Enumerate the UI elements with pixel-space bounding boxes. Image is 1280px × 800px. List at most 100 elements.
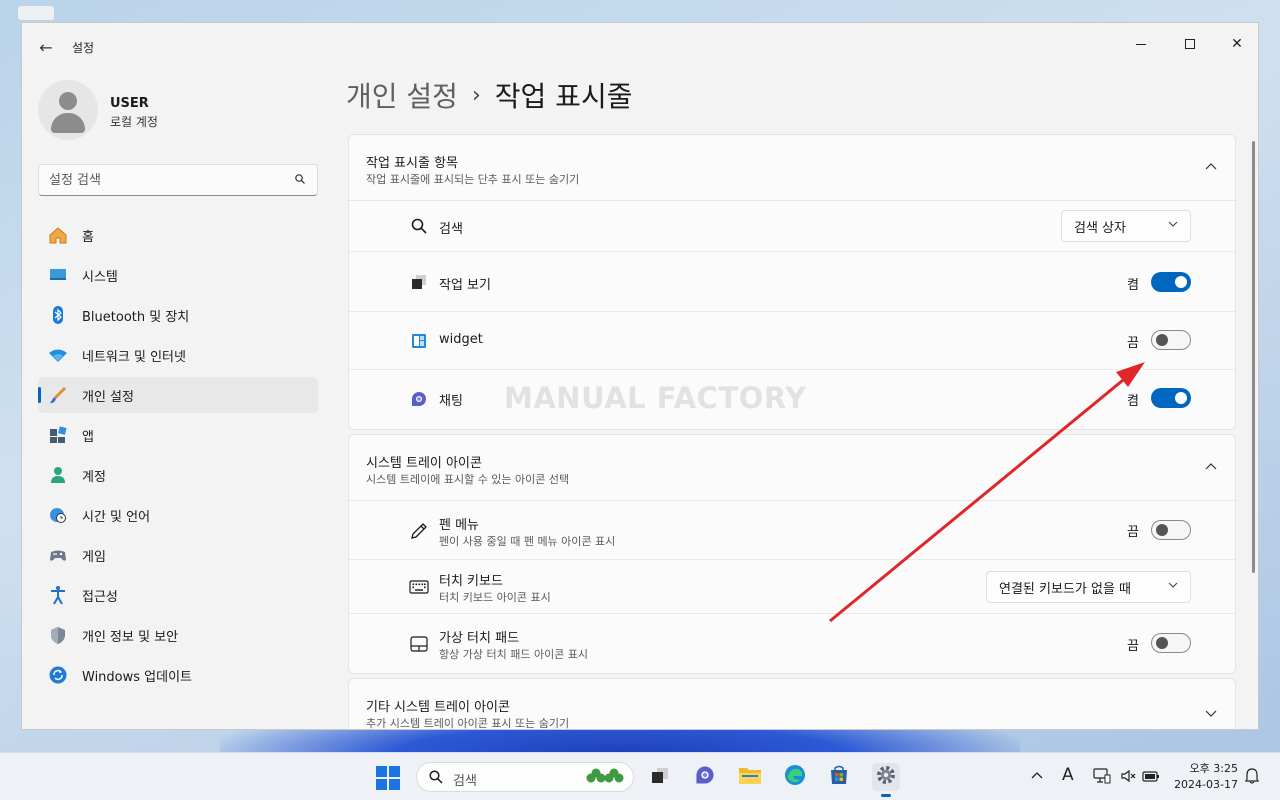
close-icon: ✕ xyxy=(1231,36,1243,52)
breadcrumb-separator: › xyxy=(471,82,481,108)
chat-toggle[interactable] xyxy=(1151,388,1191,408)
minimize-icon xyxy=(1136,43,1146,45)
taskbar: 검색 A 오후 3:25 2024-03-17 xyxy=(0,752,1280,800)
user-name: USER xyxy=(110,96,149,111)
scrollbar[interactable] xyxy=(1252,141,1256,573)
task-view-button[interactable] xyxy=(646,763,674,791)
store-icon xyxy=(828,764,850,790)
toggle-state-text: 끔 xyxy=(1127,336,1139,351)
sidebar-item-label: 시간 및 언어 xyxy=(82,509,151,525)
row-description: 터치 키보드 아이콘 표시 xyxy=(439,591,551,604)
taskbar-search[interactable]: 검색 xyxy=(416,762,634,792)
file-explorer-button[interactable] xyxy=(736,763,764,791)
sidebar-item-label: 앱 xyxy=(82,429,94,445)
shield-icon xyxy=(48,625,68,645)
section-title: 기타 시스템 트레이 아이콘 xyxy=(366,700,510,715)
accessibility-icon xyxy=(48,585,68,605)
section-title: 시스템 트레이 아이콘 xyxy=(366,456,482,471)
sidebar-nav: 홈 시스템 Bluetooth 및 장치 네트워크 및 인터넷 개인 설정 앱 … xyxy=(38,217,318,697)
battery-icon[interactable] xyxy=(1142,768,1160,788)
store-button[interactable] xyxy=(825,763,853,791)
pen-menu-toggle[interactable] xyxy=(1151,520,1191,540)
taskbar-search-label: 검색 xyxy=(453,774,477,789)
back-button[interactable]: ← xyxy=(32,35,60,59)
notification-bell-icon[interactable] xyxy=(1245,768,1259,788)
maximize-button[interactable] xyxy=(1167,29,1213,59)
chevron-down-icon[interactable] xyxy=(1205,707,1217,719)
task-view-toggle[interactable] xyxy=(1151,272,1191,292)
sidebar-item-windows-update[interactable]: Windows 업데이트 xyxy=(38,657,318,693)
chevron-down-icon xyxy=(1168,219,1178,232)
clock-date: 2024-03-17 xyxy=(1174,778,1238,791)
settings-taskbar-button[interactable] xyxy=(872,763,900,797)
other-tray-header[interactable]: 기타 시스템 트레이 아이콘 추가 시스템 트레이 아이콘 표시 또는 숨기기 xyxy=(349,679,1235,730)
minimize-button[interactable] xyxy=(1118,29,1164,59)
row-label: 채팅 xyxy=(439,394,463,409)
desktop-icon[interactable] xyxy=(18,6,54,20)
brush-icon xyxy=(48,385,68,405)
chevron-up-icon[interactable] xyxy=(1030,769,1044,787)
row-pen-menu: 펜 메뉴 펜이 사용 중일 때 펜 메뉴 아이콘 표시 끔 xyxy=(349,501,1235,560)
chevron-down-icon xyxy=(1168,580,1178,593)
breadcrumb: 개인 설정 › 작업 표시줄 xyxy=(346,75,632,115)
tray-icons-card: 시스템 트레이 아이콘 시스템 트레이에 표시할 수 있는 아이콘 선택 펜 메… xyxy=(348,434,1236,674)
watermark: MANUAL FACTORY xyxy=(504,381,807,415)
scrollbar-thumb[interactable] xyxy=(1252,141,1255,573)
chat-icon xyxy=(694,764,716,790)
toggle-state-text: 켬 xyxy=(1127,394,1139,409)
tray-icons-header[interactable]: 시스템 트레이 아이콘 시스템 트레이에 표시할 수 있는 아이콘 선택 xyxy=(349,435,1235,501)
breadcrumb-parent[interactable]: 개인 설정 xyxy=(346,75,458,115)
search-input[interactable] xyxy=(39,165,279,195)
section-subtitle: 추가 시스템 트레이 아이콘 표시 또는 숨기기 xyxy=(366,717,570,730)
settings-search[interactable] xyxy=(38,164,318,196)
ime-indicator[interactable]: A xyxy=(1062,765,1074,785)
other-tray-card: 기타 시스템 트레이 아이콘 추가 시스템 트레이 아이콘 표시 또는 숨기기 xyxy=(348,678,1236,730)
sidebar-item-network[interactable]: 네트워크 및 인터넷 xyxy=(38,337,318,373)
sidebar-item-privacy[interactable]: 개인 정보 및 보안 xyxy=(38,617,318,653)
row-description: 항상 가상 터치 패드 아이콘 표시 xyxy=(439,648,589,661)
search-mode-dropdown[interactable]: 검색 상자 xyxy=(1061,210,1191,242)
start-button[interactable] xyxy=(376,766,400,790)
sidebar-item-label: 개인 정보 및 보안 xyxy=(82,629,179,645)
sidebar-item-system[interactable]: 시스템 xyxy=(38,257,318,293)
taskbar-items-header[interactable]: 작업 표시줄 항목 작업 표시줄에 표시되는 단추 표시 또는 숨기기 xyxy=(349,135,1235,201)
sidebar-item-personalization[interactable]: 개인 설정 xyxy=(38,377,318,413)
chevron-up-icon[interactable] xyxy=(1205,161,1217,173)
widget-toggle[interactable] xyxy=(1151,330,1191,350)
sidebar-item-bluetooth[interactable]: Bluetooth 및 장치 xyxy=(38,297,318,333)
sidebar-item-accounts[interactable]: 계정 xyxy=(38,457,318,493)
search-icon xyxy=(429,770,443,788)
wifi-icon xyxy=(48,345,68,365)
sidebar-item-label: Bluetooth 및 장치 xyxy=(82,309,190,325)
sidebar-item-label: 개인 설정 xyxy=(82,389,134,405)
row-label: 터치 키보드 xyxy=(439,574,503,589)
touch-keyboard-dropdown[interactable]: 연결된 키보드가 없을 때 xyxy=(986,571,1191,603)
close-button[interactable]: ✕ xyxy=(1214,29,1258,59)
page-title: 작업 표시줄 xyxy=(494,80,633,113)
sidebar-item-gaming[interactable]: 게임 xyxy=(38,537,318,573)
section-title: 작업 표시줄 항목 xyxy=(366,156,458,171)
sidebar-item-time-language[interactable]: 시간 및 언어 xyxy=(38,497,318,533)
sidebar-item-apps[interactable]: 앱 xyxy=(38,417,318,453)
avatar[interactable] xyxy=(38,80,98,140)
sidebar-item-accessibility[interactable]: 접근성 xyxy=(38,577,318,613)
system-icon xyxy=(48,265,68,285)
chevron-up-icon[interactable] xyxy=(1205,461,1217,473)
virtual-touchpad-toggle[interactable] xyxy=(1151,633,1191,653)
row-touch-keyboard: 터치 키보드 터치 키보드 아이콘 표시 연결된 키보드가 없을 때 xyxy=(349,560,1235,614)
section-subtitle: 작업 표시줄에 표시되는 단추 표시 또는 숨기기 xyxy=(366,173,580,186)
clock[interactable]: 오후 3:25 2024-03-17 xyxy=(1172,761,1238,793)
title-bar: ← 설정 ✕ xyxy=(22,23,1258,69)
sidebar-item-label: 시스템 xyxy=(82,269,118,285)
chat-button[interactable] xyxy=(691,763,719,791)
edge-button[interactable] xyxy=(781,763,809,791)
volume-muted-icon[interactable] xyxy=(1120,768,1136,788)
display-icon[interactable] xyxy=(1093,768,1111,788)
dropdown-value: 연결된 키보드가 없을 때 xyxy=(999,581,1131,597)
task-view-icon xyxy=(409,272,429,292)
row-label: 검색 xyxy=(439,222,463,237)
row-widget: widget 끔 xyxy=(349,312,1235,370)
sidebar-item-home[interactable]: 홈 xyxy=(38,217,318,253)
dropdown-value: 검색 상자 xyxy=(1074,220,1126,236)
user-account-type: 로컬 계정 xyxy=(110,115,158,129)
